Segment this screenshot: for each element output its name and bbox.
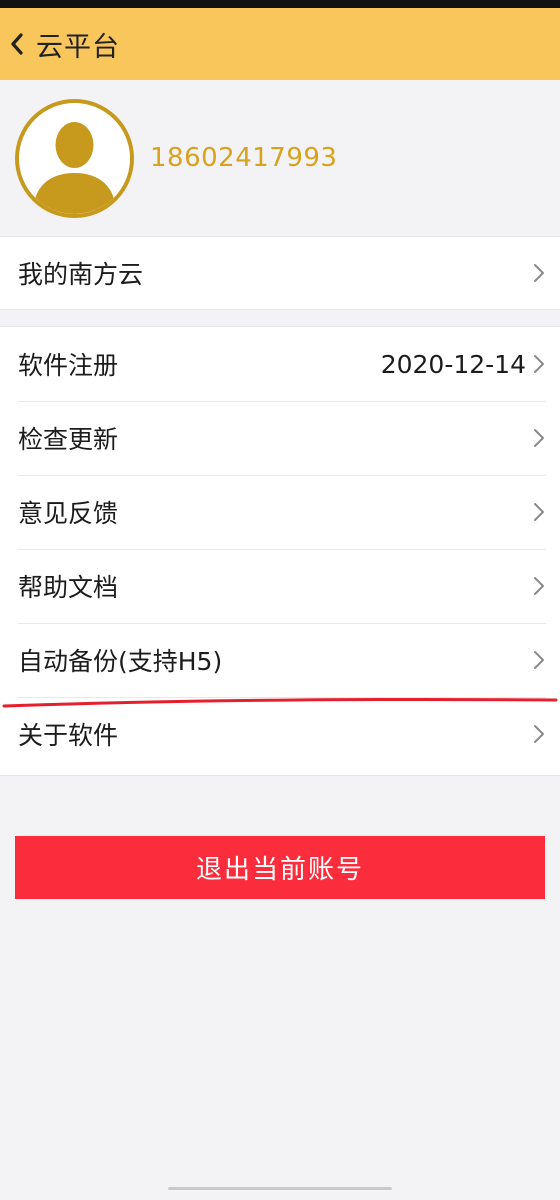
menu-item-label: 帮助文档 [18,573,119,602]
user-avatar-icon [19,102,130,214]
home-indicator [168,1187,392,1190]
menu-item-label: 检查更新 [18,425,119,454]
back-button[interactable] [0,8,34,80]
menu-item-my-cloud[interactable]: 我的南方云 [0,237,560,309]
menu-item-label: 我的南方云 [18,260,144,289]
chevron-right-icon [532,649,546,671]
menu-group-cloud: 我的南方云 [0,236,560,310]
menu-item-label: 意见反馈 [18,499,119,528]
menu-item-about[interactable]: 关于软件 [0,697,560,771]
logout-button[interactable]: 退出当前账号 [15,836,545,899]
registration-date: 2020-12-14 [380,349,526,379]
menu-group-settings: 软件注册 2020-12-14 检查更新 意见反馈 帮助文档 自动备份(支持H5… [0,326,560,776]
menu-item-label: 关于软件 [18,721,119,750]
avatar[interactable] [15,98,134,218]
chevron-left-icon [8,31,26,57]
menu-item-help-docs[interactable]: 帮助文档 [0,549,560,623]
menu-item-label: 自动备份(支持H5) [18,647,223,676]
menu-item-software-registration[interactable]: 软件注册 2020-12-14 [0,327,560,401]
menu-item-feedback[interactable]: 意见反馈 [0,475,560,549]
chevron-right-icon [532,427,546,449]
chevron-right-icon [532,262,546,284]
profile-section: 18602417993 [0,80,560,236]
menu-item-auto-backup[interactable]: 自动备份(支持H5) [0,623,560,697]
page-title: 云平台 [36,31,120,63]
chevron-right-icon [532,353,546,375]
menu-item-check-update[interactable]: 检查更新 [0,401,560,475]
chevron-right-icon [532,723,546,745]
account-phone: 18602417993 [150,143,338,173]
nav-header: 云平台 [0,8,560,80]
chevron-right-icon [532,575,546,597]
status-bar [0,0,560,8]
chevron-right-icon [532,501,546,523]
menu-item-label: 软件注册 [18,351,119,380]
